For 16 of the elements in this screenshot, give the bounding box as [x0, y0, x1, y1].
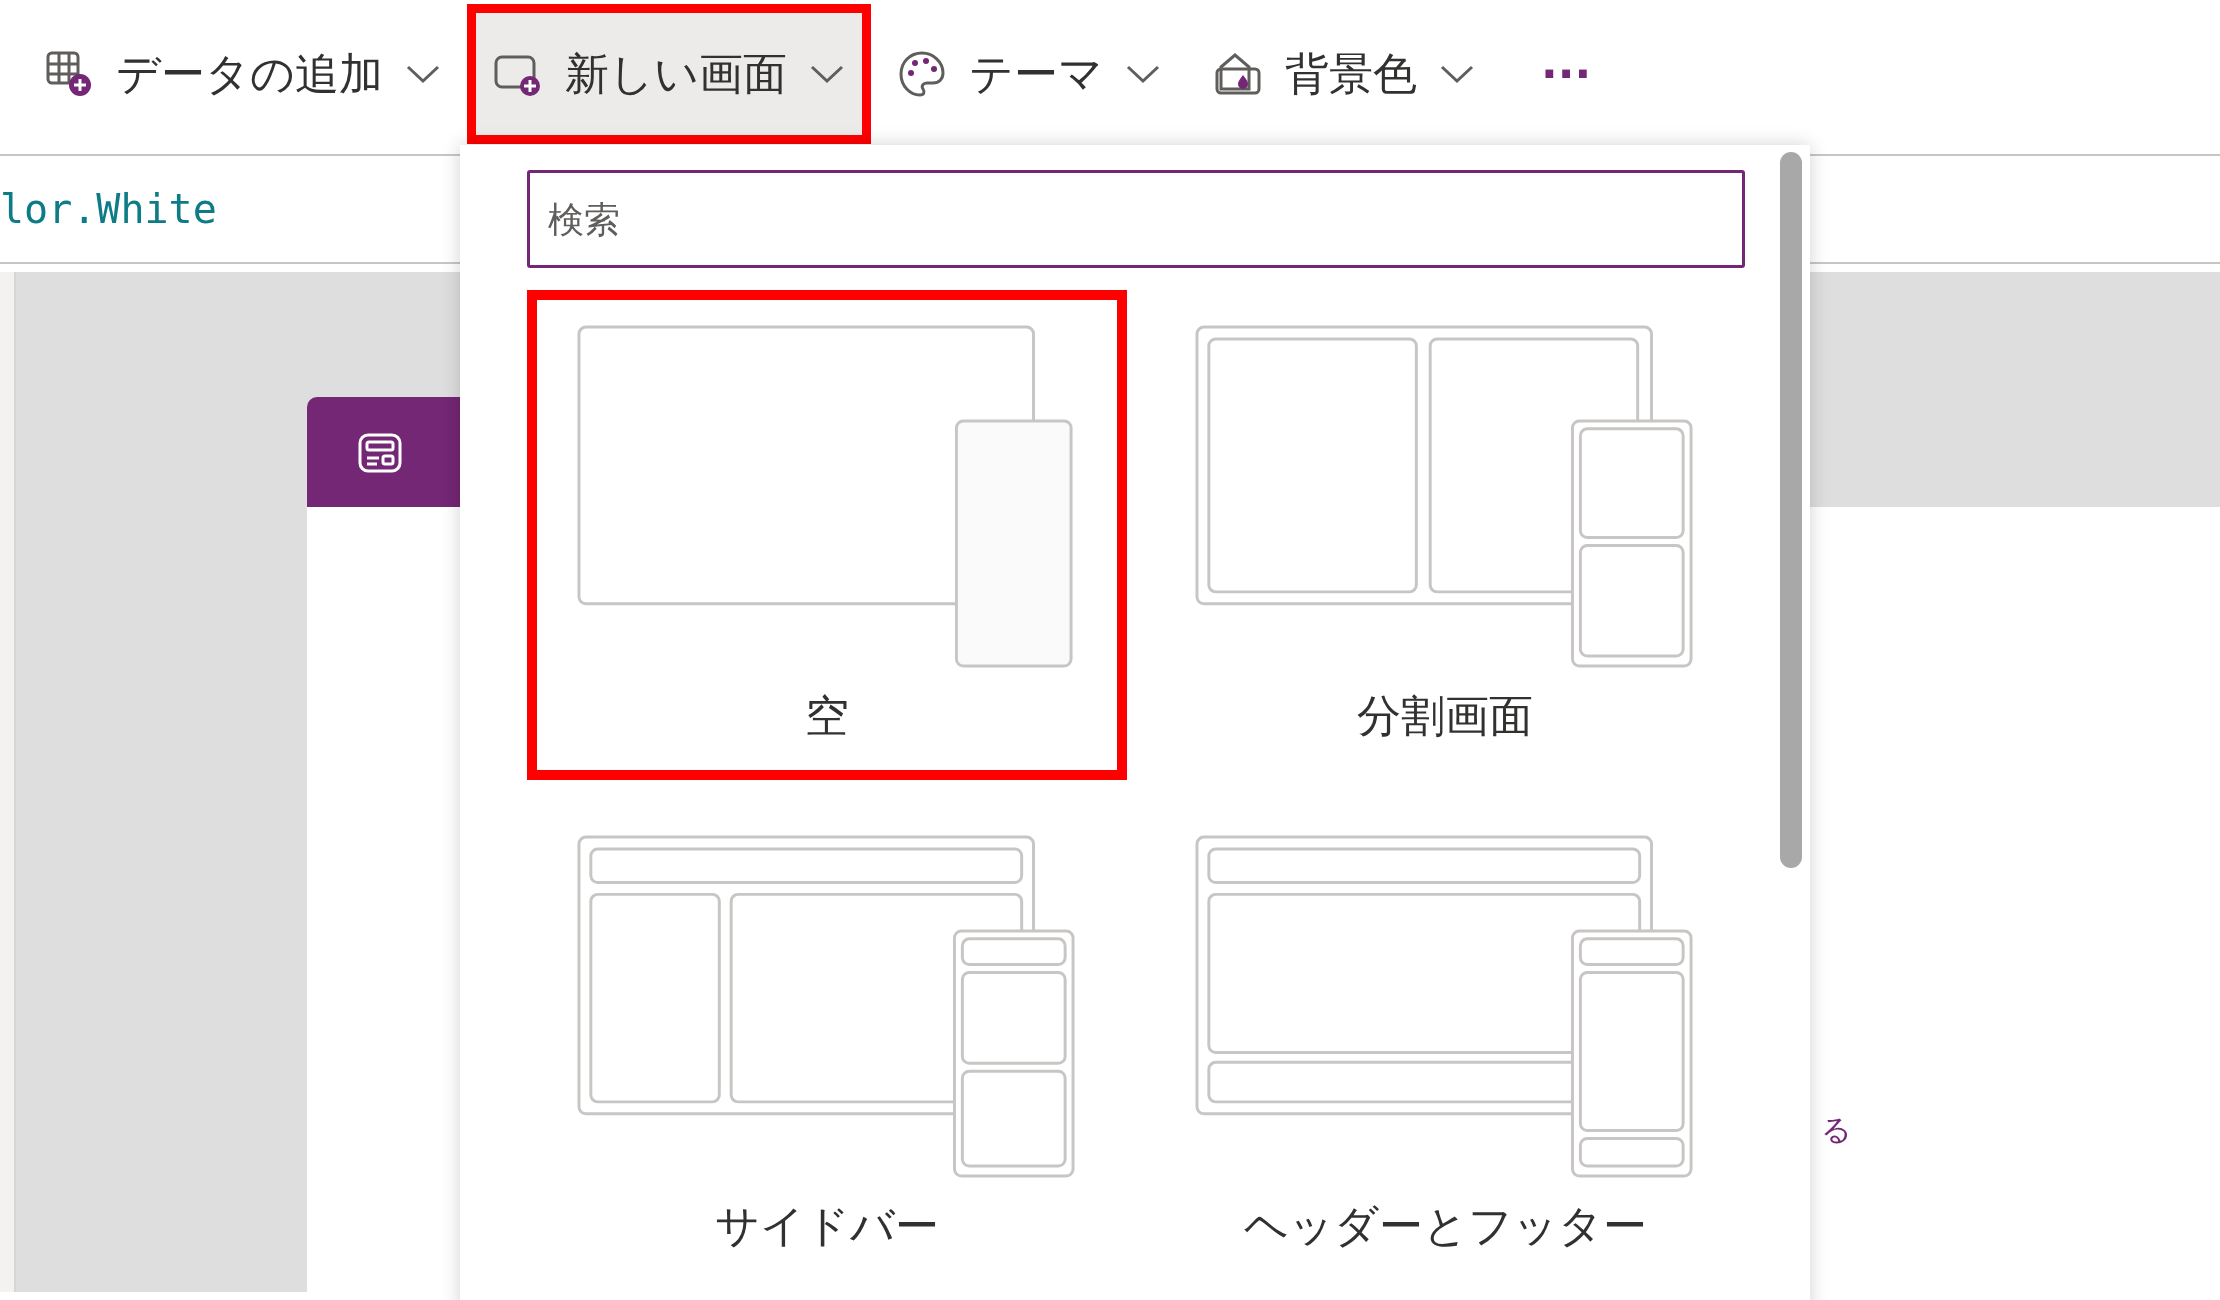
search-field[interactable]: 検索: [527, 170, 1745, 268]
toolbar-button[interactable]: テーマ: [871, 4, 1187, 144]
toolbar-button[interactable]: 背景色: [1187, 4, 1501, 144]
formula-text: lor.White: [0, 185, 217, 234]
toolbar-button[interactable]: 新しい画面: [467, 4, 871, 144]
table-add-icon: [44, 49, 94, 99]
chevron-icon: [1439, 63, 1475, 85]
chevron-icon: [405, 63, 441, 85]
more-button[interactable]: ···: [1501, 41, 1632, 107]
chevron-icon: [809, 63, 845, 85]
palette-icon: [897, 49, 947, 99]
scrollbar-thumb[interactable]: [1780, 152, 1802, 868]
toolbar-button[interactable]: データの追加: [18, 4, 467, 144]
chevron-icon: [1125, 63, 1161, 85]
canvas-text: る: [1821, 1111, 1852, 1149]
screen-layout-option[interactable]: 空: [527, 290, 1127, 780]
